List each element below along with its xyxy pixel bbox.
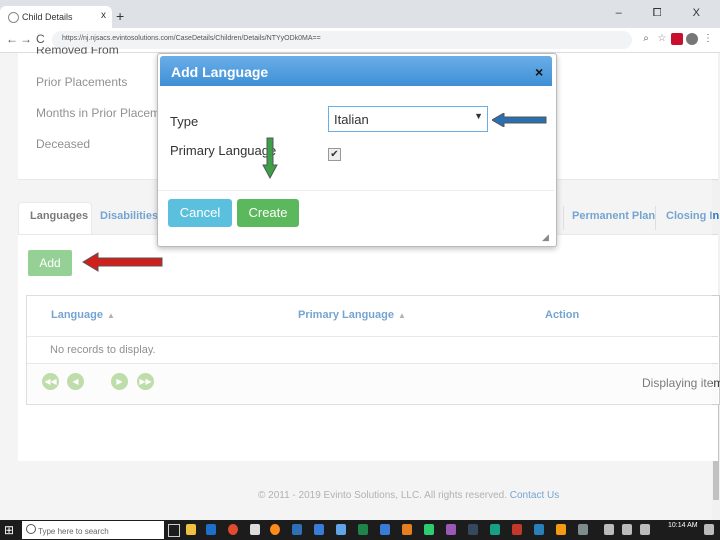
- browser-tab[interactable]: Child Details x: [0, 6, 112, 28]
- dialog-title: Add Language: [171, 64, 269, 80]
- outlook-icon[interactable]: [292, 524, 302, 535]
- create-button[interactable]: Create: [237, 199, 299, 227]
- primary-language-checkbox[interactable]: ✔: [328, 148, 341, 161]
- bookmark-star-icon[interactable]: ☆: [656, 33, 668, 45]
- firefox-icon[interactable]: [270, 524, 280, 535]
- pdf-extension-icon[interactable]: [671, 33, 683, 45]
- app-icon[interactable]: [512, 524, 522, 535]
- page-favicon-icon: [8, 12, 19, 23]
- close-tab-icon[interactable]: x: [101, 10, 106, 21]
- window-controls[interactable]: – ⧠ X: [616, 7, 714, 20]
- dialog-divider: [158, 190, 554, 191]
- selected-language: Italian: [334, 112, 369, 127]
- search-icon: [26, 524, 36, 534]
- annotation-arrow-red-icon: [82, 252, 163, 272]
- app-icon[interactable]: [380, 524, 390, 535]
- primary-language-label: Primary Language: [170, 143, 277, 158]
- profile-avatar-icon[interactable]: [686, 33, 698, 45]
- store-icon[interactable]: [250, 524, 260, 535]
- app-icon[interactable]: [534, 524, 544, 535]
- chrome-icon[interactable]: [228, 524, 238, 535]
- language-type-select[interactable]: Italian ▼: [328, 106, 488, 132]
- cancel-button[interactable]: Cancel: [168, 199, 232, 227]
- app-icon[interactable]: [446, 524, 456, 535]
- forward-icon[interactable]: →: [20, 32, 32, 46]
- network-icon[interactable]: [622, 524, 632, 535]
- taskbar-search-placeholder: Type here to search: [38, 527, 109, 536]
- resize-grip-icon[interactable]: ◢: [542, 232, 549, 243]
- new-tab-button[interactable]: +: [116, 8, 124, 24]
- type-label: Type: [170, 114, 199, 129]
- browser-tab-title: Child Details: [22, 12, 73, 22]
- app-icon[interactable]: [424, 524, 434, 535]
- url-text: https://nj.njsacs.evintosolutions.com/Ca…: [62, 35, 321, 42]
- search-icon[interactable]: ⌕: [640, 33, 652, 45]
- system-tray-icon[interactable]: [604, 524, 614, 535]
- word-icon[interactable]: [314, 524, 324, 535]
- chevron-down-icon: ▼: [474, 111, 483, 121]
- back-icon[interactable]: ←: [6, 32, 18, 46]
- menu-kebab-icon[interactable]: ⋮: [702, 33, 714, 45]
- app-icon[interactable]: [468, 524, 478, 535]
- edge-browser-icon[interactable]: [206, 524, 216, 535]
- annotation-arrow-blue-icon: [492, 113, 547, 127]
- close-icon[interactable]: ×: [535, 64, 543, 80]
- notifications-icon[interactable]: [704, 524, 714, 535]
- annotation-arrow-green-icon: [262, 137, 278, 179]
- app-icon[interactable]: [490, 524, 500, 535]
- app-icon[interactable]: [578, 524, 588, 535]
- app-icon[interactable]: [336, 524, 346, 535]
- app-icon[interactable]: [402, 524, 412, 535]
- file-explorer-icon[interactable]: [186, 524, 196, 535]
- volume-icon[interactable]: [640, 524, 650, 535]
- windows-start-icon[interactable]: ⊞: [4, 523, 14, 537]
- app-icon[interactable]: [556, 524, 566, 535]
- reload-icon[interactable]: C: [36, 32, 45, 46]
- taskbar-clock[interactable]: 10:14 AM: [668, 521, 698, 530]
- task-view-icon[interactable]: [168, 524, 180, 537]
- excel-icon[interactable]: [358, 524, 368, 535]
